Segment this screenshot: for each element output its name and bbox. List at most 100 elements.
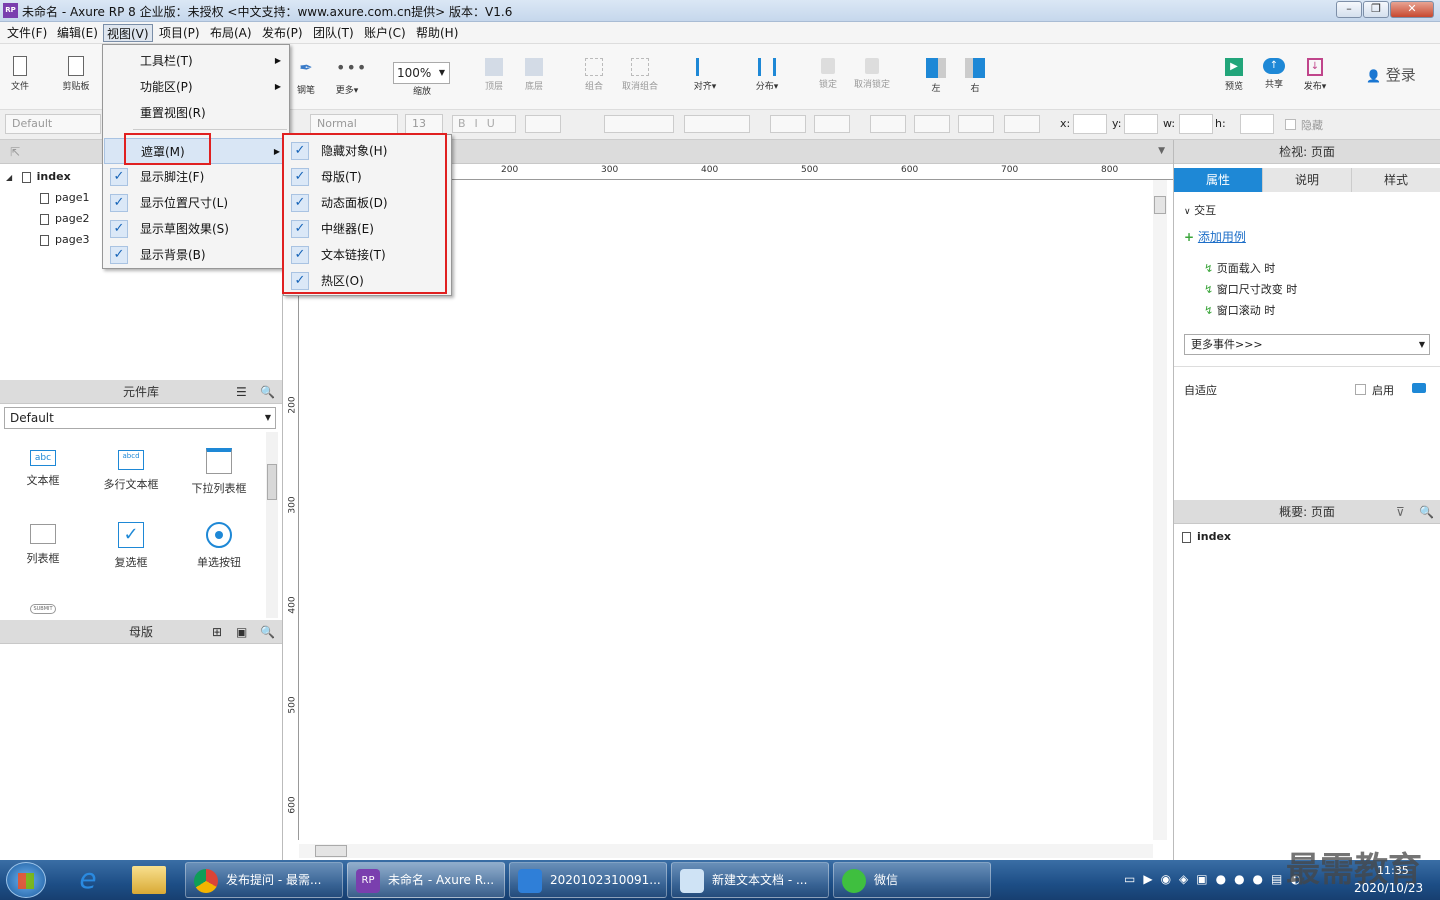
widget-droplist[interactable]: 下拉列表框 [184,448,254,496]
library-select[interactable]: Default ▼ [4,407,276,429]
widget-radio[interactable]: 单选按钮 [184,522,254,570]
clock-date[interactable]: 2020/10/23 [1354,881,1423,895]
right-button[interactable]: 右 [961,58,989,108]
outline-item[interactable]: index [1182,526,1231,547]
arrow-style-button[interactable] [1004,115,1040,133]
line-width-button[interactable] [914,115,950,133]
page-item[interactable]: page1 [40,187,89,208]
pen-button[interactable]: ✒ 钢笔 [292,58,320,108]
x-input[interactable] [1073,114,1107,134]
scrollbar-thumb[interactable] [267,464,277,500]
add-master-icon[interactable]: ⊞ [212,620,222,644]
distribute-button[interactable]: 分布▾ [750,58,784,108]
tab-properties[interactable]: 属性 [1174,168,1263,192]
line-style-button[interactable] [958,115,994,133]
event-item[interactable]: ↯ 窗口尺寸改变 时 [1204,279,1297,300]
widget-text-area[interactable]: abcd 多行文本框 [96,450,166,492]
menu-publish[interactable]: 发布(P) [259,24,306,42]
event-item[interactable]: ↯ 窗口滚动 时 [1204,300,1297,321]
menu-account[interactable]: 账户(C) [361,24,409,42]
font-color-button[interactable] [525,115,561,133]
task-axure[interactable]: RP 未命名 - Axure R... [347,862,505,898]
hide-checkbox[interactable] [1285,119,1296,130]
menu-item-show-position-size[interactable]: ✓ 显示位置尺寸(L) [104,190,289,216]
search-icon[interactable]: 🔍 [1419,500,1434,524]
widget-text-field[interactable]: abc 文本框 [8,450,78,488]
publish-button[interactable]: ↓ 发布▾ [1298,58,1332,108]
task-notepad[interactable]: 新建文本文档 - ... [671,862,829,898]
clipboard-button[interactable]: 剪贴板 [56,56,96,106]
menu-item-reset-view[interactable]: 重置视图(R) [104,100,289,126]
ungroup-button[interactable]: 取消组合 [618,58,662,108]
y-input[interactable] [1124,114,1158,134]
line-color-button[interactable] [870,115,906,133]
widget-list-box[interactable]: 列表框 [8,524,78,566]
page-item[interactable]: page3 [40,229,89,250]
clock-time[interactable]: 11:35 [1377,864,1409,877]
preview-button[interactable]: ▶ 预览 [1220,58,1248,108]
close-button[interactable]: ✕ [1390,1,1434,18]
align-button[interactable]: 对齐▾ [688,58,722,108]
menu-layout[interactable]: 布局(A) [207,24,255,42]
group-button[interactable]: 组合 [580,58,608,108]
left-button[interactable]: 左 [922,58,950,108]
vertical-align-buttons[interactable] [684,115,750,133]
canvas-horizontal-scrollbar[interactable] [299,844,1153,858]
page-item[interactable]: page2 [40,208,89,229]
minimize-button[interactable]: – [1336,1,1362,18]
text-align-buttons[interactable] [604,115,674,133]
tab-style[interactable]: 样式 [1352,168,1440,192]
font-size-select[interactable]: 13 [405,114,443,134]
page-index[interactable]: ◢ index [6,166,71,187]
start-button[interactable] [6,862,46,898]
more-button[interactable]: ••• 更多▾ [330,58,367,108]
task-video[interactable]: 2020102310091... [509,862,667,898]
unlock-button[interactable]: 取消锁定 [850,58,894,108]
add-case-link[interactable]: + 添加用例 [1184,228,1246,245]
top-layer-button[interactable]: 顶层 [480,58,508,108]
scrollbar-thumb[interactable] [315,845,347,857]
bottom-layer-button[interactable]: 底层 [520,58,548,108]
more-events-select[interactable]: 更多事件>>> ▼ [1184,334,1430,355]
menu-item-function-area[interactable]: 功能区(P) ▶ [104,74,289,100]
adaptive-settings-icon[interactable] [1412,383,1426,393]
scrollbar-thumb[interactable] [1154,196,1166,214]
menu-help[interactable]: 帮助(H) [413,24,461,42]
shadow-button[interactable] [814,115,850,133]
text-format-buttons[interactable]: BIU [452,115,516,133]
menu-item-show-sketch-effects[interactable]: ✓ 显示草图效果(S) [104,216,289,242]
menu-team[interactable]: 团队(T) [310,24,357,42]
task-chrome[interactable]: 发布提问 - 最需... [185,862,343,898]
chevron-down-icon[interactable]: ▼ [1158,146,1165,156]
login-button[interactable]: 👤 登录 [1366,64,1416,85]
enable-checkbox[interactable] [1355,384,1366,395]
ie-icon[interactable]: e [70,864,106,896]
maximize-button[interactable]: ❐ [1363,1,1389,18]
text-style-select[interactable]: Normal [310,114,398,134]
menu-icon[interactable]: ☰ [236,380,247,404]
menu-item-show-background[interactable]: ✓ 显示背景(B) [104,242,289,268]
zoom-select[interactable]: 100% ▼ [393,62,450,84]
widget-checkbox[interactable]: ✓ 复选框 [96,522,166,570]
explorer-folder-icon[interactable] [132,866,166,894]
share-button[interactable]: ↑ 共享 [1260,58,1288,108]
menu-project[interactable]: 项目(P) [156,24,203,42]
menu-edit[interactable]: 编辑(E) [54,24,101,42]
menu-file[interactable]: 文件(F) [4,24,50,42]
add-folder-icon[interactable]: ▣ [236,620,247,644]
canvas-vertical-scrollbar[interactable] [1153,180,1167,840]
widgets-scrollbar[interactable] [266,432,278,618]
menu-item-show-footnotes[interactable]: ✓ 显示脚注(F) [104,164,289,190]
search-icon[interactable]: 🔍 [260,620,275,644]
file-button[interactable]: 文件 [6,56,34,106]
search-icon[interactable]: 🔍 [260,380,275,404]
menu-item-toolbar[interactable]: 工具栏(T) ▶ [104,48,289,74]
event-item[interactable]: ↯ 页面载入 时 [1204,258,1297,279]
filter-icon[interactable]: ⊽ [1396,500,1405,524]
h-input[interactable] [1240,114,1274,134]
lock-button[interactable]: 锁定 [814,58,842,108]
tab-notes[interactable]: 说明 [1263,168,1352,192]
widget-style-select[interactable]: Default [5,114,101,134]
interactions-section[interactable]: ∨ 交互 [1184,202,1216,218]
task-wechat[interactable]: 微信 [833,862,991,898]
